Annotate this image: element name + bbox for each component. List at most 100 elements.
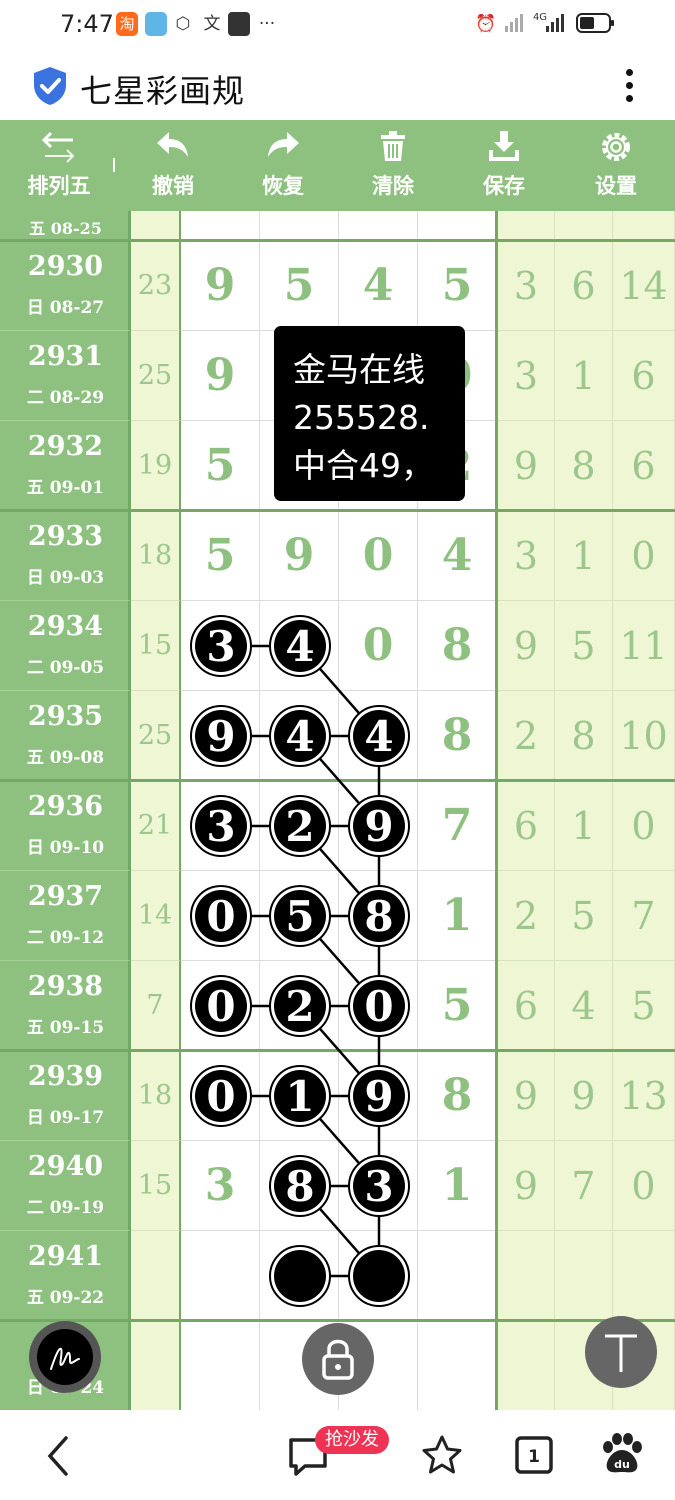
- clear-label: 清除: [372, 174, 414, 198]
- marked-digit[interactable]: 3: [190, 795, 252, 857]
- marked-digit[interactable]: 3: [348, 1155, 410, 1217]
- status-time: 7:47: [60, 10, 114, 38]
- alarm-icon: ⏰: [475, 14, 497, 34]
- marked-digit-value: 0: [206, 1072, 235, 1121]
- tabs-button[interactable]: 1: [510, 1410, 560, 1500]
- more-dots-icon: ···: [258, 14, 276, 34]
- more-menu-icon[interactable]: [622, 66, 636, 106]
- marked-digit[interactable]: 9: [348, 795, 410, 857]
- lottery-type-button[interactable]: 排列五: [0, 120, 118, 211]
- marked-digit-value: 0: [206, 892, 235, 941]
- battery-icon: [576, 12, 616, 36]
- toolbar-divider: [113, 158, 115, 172]
- trend-connector: [316, 935, 363, 987]
- trend-connector: [316, 1115, 363, 1167]
- marked-digit[interactable]: 8: [269, 1155, 331, 1217]
- back-icon: [47, 1436, 68, 1476]
- trend-connector: [316, 665, 363, 717]
- marked-digit[interactable]: 9: [190, 705, 252, 767]
- redo-button[interactable]: 恢复: [228, 120, 338, 211]
- settings-button[interactable]: 设置: [560, 120, 672, 211]
- marked-digit-value: 4: [285, 712, 314, 761]
- svg-text:du: du: [614, 1458, 630, 1471]
- swap-arrows-icon: [41, 131, 75, 163]
- marked-digit[interactable]: 0: [190, 975, 252, 1037]
- app-icon: [145, 12, 167, 36]
- settings-hex-icon: ⬡: [175, 14, 191, 34]
- translate-icon: 文: [203, 14, 221, 34]
- marked-digit[interactable]: [269, 1245, 331, 1307]
- toolbar: 排列五 撤销 恢复 清除 保存 设置: [0, 120, 675, 211]
- marked-digit-value: 3: [206, 802, 235, 851]
- lottery-type-label: 排列五: [27, 174, 91, 198]
- star-icon: [422, 1435, 462, 1474]
- trend-connector: [316, 1025, 363, 1077]
- marked-digit-value: 8: [364, 892, 393, 941]
- taobao-icon: 淘: [116, 12, 138, 36]
- bottom-nav-bar: 1 du: [0, 1410, 675, 1500]
- info-popup: 金马在线 255528. 中合49，: [274, 326, 465, 501]
- save-button[interactable]: 保存: [448, 120, 560, 211]
- popup-line: 中合49，: [293, 446, 434, 485]
- marked-digit[interactable]: 1: [269, 1065, 331, 1127]
- pen-button[interactable]: [29, 1321, 101, 1393]
- marked-digit[interactable]: 9: [348, 1065, 410, 1127]
- marked-digit[interactable]: 5: [269, 885, 331, 947]
- tab-count: 1: [528, 1447, 540, 1467]
- marked-digit-value: 0: [206, 982, 235, 1031]
- signal-icon: [503, 12, 527, 36]
- marked-digit[interactable]: 0: [190, 1065, 252, 1127]
- signal-icon: [544, 12, 568, 36]
- favorite-button[interactable]: [417, 1410, 467, 1500]
- baidu-button[interactable]: du: [597, 1410, 647, 1500]
- marked-digit-value: 9: [364, 802, 393, 851]
- tabs-icon: 1: [515, 1436, 553, 1474]
- settings-label: 设置: [595, 174, 637, 198]
- clear-button[interactable]: 清除: [338, 120, 448, 211]
- status-bar: 7:47 淘 ⬡ 文 ··· ⏰ 4G: [0, 0, 675, 52]
- marked-digit-value: 2: [285, 802, 314, 851]
- gear-icon: [602, 133, 630, 161]
- marked-digit[interactable]: 2: [269, 975, 331, 1037]
- marked-digit-value: 9: [206, 712, 235, 761]
- comment-icon: [289, 1438, 327, 1476]
- marked-digit[interactable]: 4: [269, 615, 331, 677]
- marked-digit-value: 4: [285, 622, 314, 671]
- marked-digit[interactable]: 4: [348, 705, 410, 767]
- popup-line: 金马在线: [293, 350, 425, 389]
- undo-label: 撤销: [152, 174, 194, 198]
- redo-icon: [268, 132, 299, 157]
- marked-digit[interactable]: [348, 1245, 410, 1307]
- marked-digit[interactable]: 3: [190, 615, 252, 677]
- marked-digit-value: 8: [285, 1162, 314, 1211]
- marked-digit[interactable]: 4: [269, 705, 331, 767]
- comment-button[interactable]: [283, 1410, 333, 1500]
- marked-digit-fill: [274, 1250, 326, 1302]
- undo-button[interactable]: 撤销: [118, 120, 228, 211]
- marked-digit[interactable]: 8: [348, 885, 410, 947]
- shield-check-icon: [32, 66, 68, 106]
- app-title-bar: 七星彩画规: [0, 52, 675, 120]
- lock-button[interactable]: [302, 1323, 374, 1395]
- marked-digit-value: 0: [364, 982, 393, 1031]
- marked-digit-value: 2: [285, 982, 314, 1031]
- marked-digit-value: 3: [206, 622, 235, 671]
- trend-connector: [316, 1205, 363, 1257]
- lock-icon: [322, 1339, 354, 1380]
- save-label: 保存: [483, 174, 525, 198]
- redo-label: 恢复: [262, 174, 304, 198]
- trend-connector: [316, 755, 363, 807]
- marked-digit[interactable]: 0: [190, 885, 252, 947]
- baidu-paw-icon: du: [603, 1433, 642, 1473]
- marked-digit-value: 9: [364, 1072, 393, 1121]
- back-button[interactable]: [30, 1410, 86, 1500]
- pen-icon: [37, 1329, 93, 1385]
- comment-badge: 抢沙发: [315, 1426, 389, 1454]
- trash-icon: [381, 131, 405, 161]
- marked-digit[interactable]: 0: [348, 975, 410, 1037]
- popup-line: 255528.: [293, 398, 430, 437]
- scroll-top-button[interactable]: [585, 1316, 657, 1388]
- marked-digit-value: 1: [285, 1072, 314, 1121]
- marked-digit[interactable]: 2: [269, 795, 331, 857]
- page-title: 七星彩画规: [80, 72, 246, 110]
